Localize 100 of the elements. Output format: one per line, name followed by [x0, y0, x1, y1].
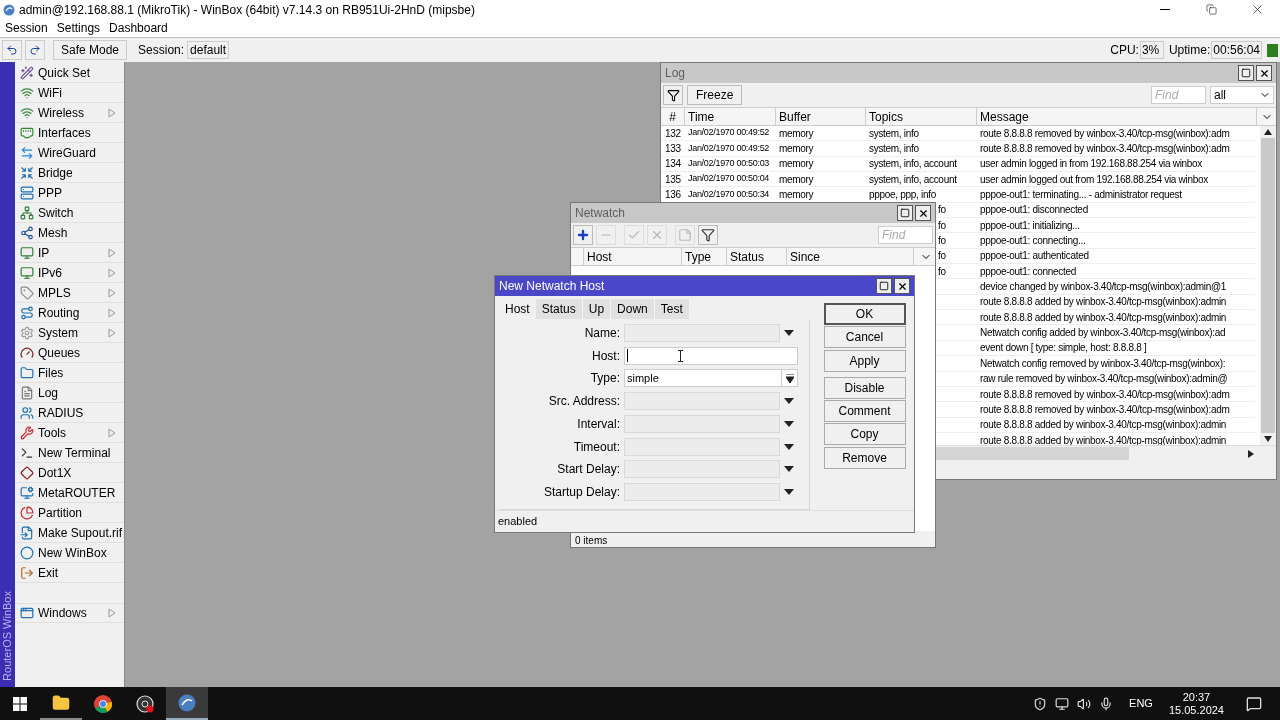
find-field[interactable]: Find [878, 226, 933, 244]
sidebar-item[interactable]: Tools [15, 423, 124, 443]
tab[interactable]: Up [582, 299, 612, 319]
column-header[interactable]: Topics [866, 108, 977, 125]
sidebar-item[interactable]: MetaROUTER [15, 483, 124, 503]
close-button[interactable] [915, 205, 931, 221]
sidebar-item[interactable]: Queues [15, 343, 124, 363]
scroll-down-icon[interactable] [1264, 436, 1272, 442]
sidebar-item[interactable]: Partition [15, 503, 124, 523]
maximize-button[interactable] [876, 278, 892, 294]
sidebar-item[interactable]: WireGuard [15, 143, 124, 163]
undo-button[interactable] [2, 40, 22, 60]
dropdown-field[interactable] [624, 392, 794, 411]
tab[interactable]: Test [654, 299, 690, 319]
menu-item[interactable]: Settings [56, 19, 101, 37]
sidebar-item[interactable]: Quick Set [15, 63, 124, 83]
dialog-button[interactable]: Copy [823, 423, 906, 446]
network-icon[interactable] [1055, 696, 1070, 711]
sidebar-item[interactable]: New Terminal [15, 443, 124, 463]
field-label: Timeout: [572, 438, 621, 456]
safe-mode-button[interactable]: Safe Mode [53, 40, 128, 60]
sidebar-item[interactable]: Wireless [15, 103, 124, 123]
table-cell-text: 136 [664, 188, 682, 203]
scroll-right-icon[interactable] [1248, 449, 1254, 458]
sidebar-item[interactable]: Dot1X [15, 463, 124, 483]
table-cell-text: fo [938, 203, 946, 218]
column-header[interactable]: Buffer [776, 108, 866, 125]
tab[interactable]: Status [535, 299, 583, 319]
field-label: Src. Address: [547, 393, 621, 411]
language-indicator[interactable]: ENG [1129, 695, 1153, 712]
column-header[interactable]: Since [787, 248, 914, 265]
dropdown-field[interactable] [624, 460, 794, 479]
sidebar-item[interactable]: Routing [15, 303, 124, 323]
sidebar-item[interactable]: IPv6 [15, 263, 124, 283]
clock[interactable]: 20:37 15.05.2024 [1168, 690, 1224, 717]
dropdown-field[interactable] [624, 324, 794, 343]
sidebar-item[interactable]: Interfaces [15, 123, 124, 143]
redo-button[interactable] [25, 40, 45, 60]
dialog-button[interactable]: Cancel [823, 326, 906, 349]
field-label: Name: [583, 325, 621, 343]
scroll-up-icon[interactable] [1264, 129, 1272, 135]
dialog-button[interactable]: Disable [823, 376, 906, 399]
menu-item[interactable]: Dashboard [109, 19, 168, 37]
sidebar-item[interactable]: Exit [15, 563, 124, 583]
menu-item[interactable]: Session [5, 19, 48, 37]
table-cell-text: user admin logged out from 192.168.88.254 via winbox [979, 172, 1209, 187]
shield-icon[interactable] [1033, 696, 1048, 711]
sidebar-item[interactable]: Switch [15, 203, 124, 223]
sidebar-item[interactable]: MPLS [15, 283, 124, 303]
column-header[interactable]: Host [584, 248, 682, 265]
wand-icon [20, 65, 34, 80]
column-header[interactable]: Message [977, 108, 1257, 125]
dropdown-field[interactable] [624, 482, 794, 501]
close-button[interactable] [894, 278, 910, 294]
sidebar-item[interactable]: Windows [15, 603, 124, 623]
app-logo-icon [3, 3, 15, 16]
microphone-icon[interactable] [1099, 696, 1114, 711]
sidebar-item[interactable]: WiFi [15, 83, 124, 103]
column-header[interactable]: Status [727, 248, 787, 265]
sidebar-item[interactable]: IP [15, 243, 124, 263]
dropdown-field[interactable] [624, 414, 794, 433]
taskbar-button[interactable] [166, 687, 208, 720]
select-field[interactable]: simple [624, 369, 798, 388]
sidebar-item[interactable]: PPP [15, 183, 124, 203]
input-field[interactable] [624, 346, 798, 365]
filter-button[interactable] [663, 85, 683, 105]
toolbar-button[interactable] [573, 225, 593, 245]
table-cell-text: system, info, account [869, 157, 957, 172]
maximize-button[interactable] [1238, 65, 1254, 81]
dropdown-arrow-icon [785, 373, 794, 383]
column-header[interactable]: Time [685, 108, 776, 125]
sidebar-item[interactable]: Files [15, 363, 124, 383]
toolbar-button[interactable] [698, 225, 718, 245]
sidebar-item[interactable]: New WinBox [15, 543, 124, 563]
dialog-button[interactable]: Remove [823, 446, 906, 469]
sidebar-item[interactable]: Mesh [15, 223, 124, 243]
notification-icon[interactable] [1246, 695, 1262, 712]
find-field[interactable]: Find [1151, 86, 1206, 104]
dropdown-field[interactable] [624, 437, 794, 456]
freeze-button[interactable]: Freeze [687, 85, 743, 105]
sidebar-item[interactable]: System [15, 323, 124, 343]
table-cell-text: pppoe-out1: connecting... [979, 234, 1087, 249]
close-button[interactable] [1256, 65, 1272, 81]
column-header[interactable]: Type [682, 248, 727, 265]
maximize-button[interactable] [897, 205, 913, 221]
submenu-arrow-icon [108, 247, 116, 258]
tab[interactable]: Down [611, 299, 655, 319]
vertical-scrollbar[interactable] [1260, 126, 1276, 445]
table-cell-text: Jan/02/1970 00:50:04 [687, 172, 771, 186]
dialog-button[interactable]: Apply [823, 349, 906, 372]
sidebar-item[interactable]: Log [15, 383, 124, 403]
gear-icon [20, 325, 34, 340]
sidebar-item[interactable]: Bridge [15, 163, 124, 183]
column-header[interactable]: # [661, 108, 685, 125]
sidebar-item[interactable]: Make Supout.rif [15, 523, 124, 543]
volume-icon[interactable] [1077, 696, 1092, 711]
dialog-button[interactable]: OK [823, 303, 906, 325]
filter-select[interactable]: all [1210, 86, 1274, 104]
dialog-button[interactable]: Comment [823, 400, 906, 423]
sidebar-item[interactable]: RADIUS [15, 403, 124, 423]
